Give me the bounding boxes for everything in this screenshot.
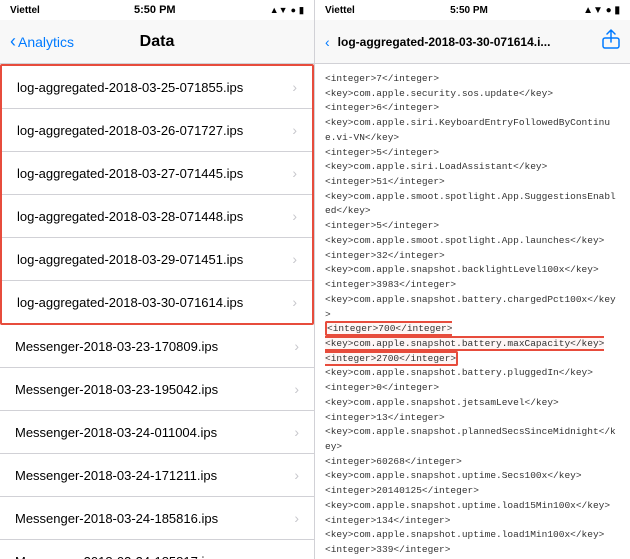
- chevron-right-icon: ›: [294, 510, 299, 526]
- list-item[interactable]: Messenger-2018-03-24-185816.ips ›: [0, 497, 314, 540]
- left-status-bar: Viettel 5:50 PM ▲▼ ● ▮: [0, 0, 314, 20]
- list-item-label: log-aggregated-2018-03-26-071727.ips: [17, 123, 243, 138]
- highlighted-group: log-aggregated-2018-03-25-071855.ips › l…: [0, 64, 314, 325]
- file-list: log-aggregated-2018-03-25-071855.ips › l…: [0, 64, 314, 559]
- list-item-label: Messenger-2018-03-24-185816.ips: [15, 511, 218, 526]
- chevron-right-icon: ›: [294, 338, 299, 354]
- back-button[interactable]: ‹ Analytics: [10, 31, 74, 52]
- battery-icon: ▮: [614, 5, 620, 16]
- list-item-label: log-aggregated-2018-03-28-071448.ips: [17, 209, 243, 224]
- list-item-label: log-aggregated-2018-03-25-071855.ips: [17, 80, 243, 95]
- list-item[interactable]: log-aggregated-2018-03-30-071614.ips ›: [2, 281, 312, 323]
- chevron-right-icon: ›: [292, 165, 297, 181]
- share-button[interactable]: [602, 29, 620, 55]
- list-item[interactable]: Messenger-2018-03-24-185817.ips ›: [0, 540, 314, 559]
- list-item[interactable]: log-aggregated-2018-03-27-071445.ips ›: [2, 152, 312, 195]
- chevron-right-icon: ›: [294, 467, 299, 483]
- list-item-label: Messenger-2018-03-24-171211.ips: [15, 468, 217, 483]
- right-panel: Viettel 5:50 PM ▲▼ ● ▮ ‹ log-aggregated-…: [315, 0, 630, 559]
- chevron-right-icon: ›: [294, 424, 299, 440]
- left-nav-title: Data: [140, 33, 175, 51]
- left-carrier: Viettel: [10, 5, 40, 16]
- list-item[interactable]: Messenger-2018-03-23-170809.ips ›: [0, 325, 314, 368]
- chevron-right-icon: ›: [292, 122, 297, 138]
- chevron-right-icon: ›: [292, 294, 297, 310]
- list-item[interactable]: Messenger-2018-03-24-011004.ips ›: [0, 411, 314, 454]
- battery-icon: ▮: [299, 5, 304, 16]
- left-time: 5:50 PM: [134, 4, 176, 16]
- left-panel: Viettel 5:50 PM ▲▼ ● ▮ ‹ Analytics Data …: [0, 0, 315, 559]
- list-item[interactable]: log-aggregated-2018-03-28-071448.ips ›: [2, 195, 312, 238]
- list-item[interactable]: Messenger-2018-03-24-171211.ips ›: [0, 454, 314, 497]
- list-item[interactable]: log-aggregated-2018-03-26-071727.ips ›: [2, 109, 312, 152]
- list-item[interactable]: Messenger-2018-03-23-195042.ips ›: [0, 368, 314, 411]
- highlighted-xml: <integer>700</integer> <key>com.apple.sn…: [325, 321, 604, 365]
- chevron-right-icon: ›: [294, 553, 299, 559]
- list-item-label: log-aggregated-2018-03-29-071451.ips: [17, 252, 243, 267]
- file-content: <integer>7</integer> <key>com.apple.secu…: [315, 64, 630, 559]
- right-time: 5:50 PM: [450, 5, 488, 16]
- signal-icon: ▲▼: [270, 5, 288, 15]
- right-status-bar: Viettel 5:50 PM ▲▼ ● ▮: [315, 0, 630, 20]
- left-status-icons: ▲▼ ● ▮: [270, 5, 304, 16]
- right-nav-bar: ‹ log-aggregated-2018-03-30-071614.i...: [315, 20, 630, 64]
- signal-icon: ▲▼: [583, 5, 603, 16]
- chevron-right-icon: ›: [292, 251, 297, 267]
- list-item[interactable]: log-aggregated-2018-03-29-071451.ips ›: [2, 238, 312, 281]
- chevron-right-icon: ›: [292, 208, 297, 224]
- right-carrier: Viettel: [325, 5, 355, 16]
- list-item-label: Messenger-2018-03-23-170809.ips: [15, 339, 218, 354]
- list-item-label: Messenger-2018-03-24-185817.ips: [15, 554, 218, 559]
- chevron-left-icon: ‹: [10, 31, 16, 52]
- chevron-right-icon: ›: [294, 381, 299, 397]
- xml-line: <integer>7</integer> <key>com.apple.secu…: [325, 73, 616, 320]
- xml-line: <key>com.apple.snapshot.battery.pluggedI…: [325, 367, 616, 559]
- list-item[interactable]: log-aggregated-2018-03-25-071855.ips ›: [2, 66, 312, 109]
- wifi-icon: ●: [291, 5, 296, 15]
- right-nav-title: log-aggregated-2018-03-30-071614.i...: [338, 35, 594, 49]
- chevron-right-icon: ›: [292, 79, 297, 95]
- right-back-button[interactable]: ‹: [325, 34, 330, 50]
- list-item-label: Messenger-2018-03-23-195042.ips: [15, 382, 218, 397]
- list-item-label: log-aggregated-2018-03-27-071445.ips: [17, 166, 243, 181]
- left-nav-bar: ‹ Analytics Data: [0, 20, 314, 64]
- right-status-icons: ▲▼ ● ▮: [583, 5, 620, 16]
- xml-text: <integer>7</integer> <key>com.apple.secu…: [325, 72, 620, 559]
- wifi-icon: ●: [606, 5, 612, 16]
- chevron-left-icon: ‹: [325, 34, 330, 50]
- back-label: Analytics: [18, 34, 74, 50]
- list-item-label: Messenger-2018-03-24-011004.ips: [15, 425, 217, 440]
- list-item-label: log-aggregated-2018-03-30-071614.ips: [17, 295, 243, 310]
